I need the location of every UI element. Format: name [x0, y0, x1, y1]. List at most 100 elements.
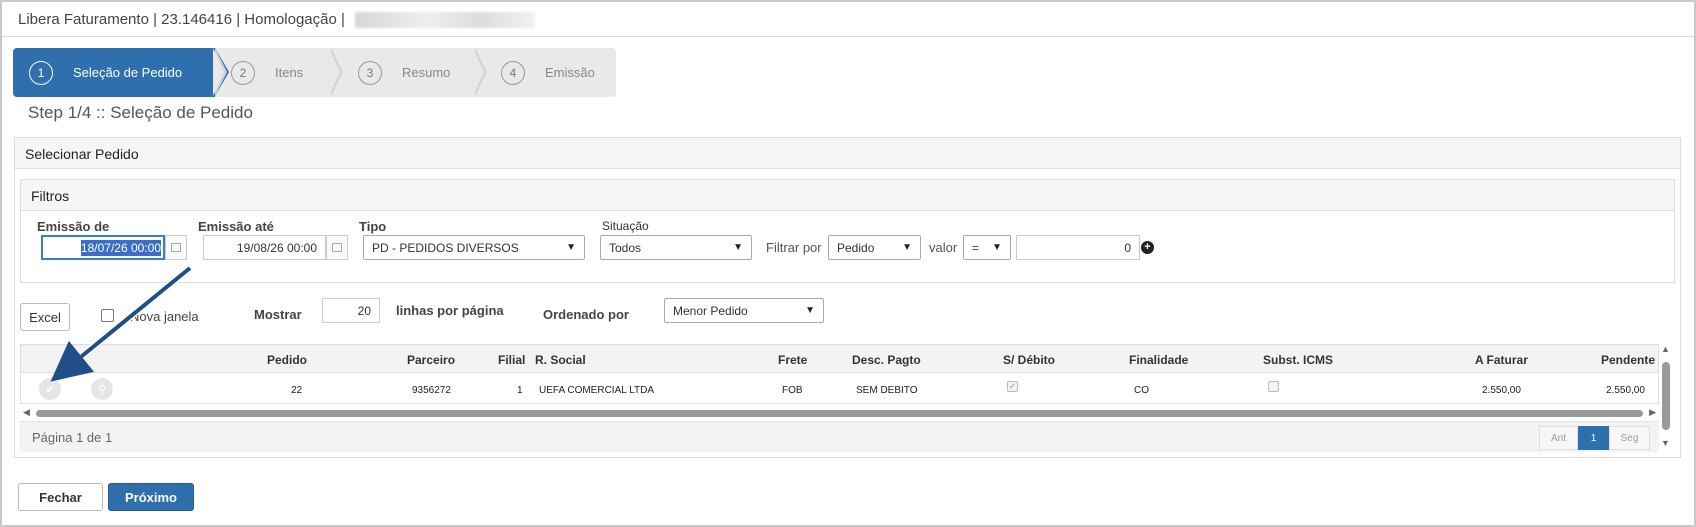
wizard-step-3[interactable]: 3 Resumo: [358, 48, 450, 97]
situacao-value: Todos: [609, 240, 642, 255]
tipo-value: PD - PEDIDOS DIVERSOS: [372, 240, 519, 255]
scroll-left-icon[interactable]: ◀: [23, 407, 30, 418]
orders-table: Pedido Parceiro Filial R. Social Frete D…: [20, 344, 1659, 404]
cell-parceiro: 9356272: [412, 385, 451, 396]
vertical-scrollbar[interactable]: ▲ ▼: [1660, 344, 1672, 454]
wizard-step-4[interactable]: 4 Emissão: [501, 48, 595, 97]
cell-a-faturar: 2.550,00: [1482, 385, 1521, 396]
search-icon[interactable]: ⚲: [91, 378, 113, 400]
col-subst-icms[interactable]: Subst. ICMS: [1263, 353, 1333, 367]
subst-icms-checkbox: [1268, 381, 1279, 392]
window-title-bar: Libera Faturamento | 23.146416 | Homolog…: [2, 2, 1694, 37]
tipo-select[interactable]: PD - PEDIDOS DIVERSOS ▼: [363, 235, 585, 260]
wizard-step-2[interactable]: 2 Itens: [231, 48, 303, 97]
filters-title: Filtros: [21, 180, 1674, 211]
cell-finalidade: CO: [1134, 385, 1149, 396]
valor-label: valor: [929, 240, 958, 255]
horizontal-scrollbar[interactable]: ◀ ▶: [20, 407, 1659, 419]
col-s-debito[interactable]: S/ Débito: [1003, 353, 1055, 367]
step-number: 3: [358, 60, 382, 85]
step-number: 1: [29, 60, 53, 85]
tipo-label: Tipo: [359, 219, 387, 234]
col-r-social[interactable]: R. Social: [535, 353, 586, 367]
panel-title: Selecionar Pedido: [15, 138, 1680, 169]
scroll-right-icon[interactable]: ▶: [1649, 407, 1656, 418]
valor-input[interactable]: 0: [1016, 235, 1140, 260]
scrollbar-thumb[interactable]: [1662, 362, 1670, 430]
mostrar-value: 20: [357, 303, 371, 318]
filtrar-por-value: Pedido: [837, 240, 875, 255]
col-pendente[interactable]: Pendente: [1601, 353, 1655, 367]
step-label: Itens: [275, 65, 304, 80]
col-finalidade[interactable]: Finalidade: [1129, 353, 1188, 367]
cell-desc-pagto: SEM DEBITO: [856, 385, 918, 396]
col-pedido[interactable]: Pedido: [267, 353, 307, 367]
prev-page-button[interactable]: Ant: [1539, 426, 1578, 450]
operator-value: =: [972, 240, 980, 255]
emissao-ate-input[interactable]: 19/08/26 00:00: [203, 235, 326, 260]
calendar-icon[interactable]: [165, 235, 187, 260]
emissao-de-label: Emissão de: [37, 219, 110, 234]
nova-janela-label: Nova janela: [130, 309, 199, 324]
emissao-ate-label: Emissão até: [198, 219, 274, 234]
step-label: Emissão: [545, 65, 595, 80]
col-a-faturar[interactable]: A Faturar: [1475, 353, 1528, 367]
situacao-label: Situação: [602, 219, 649, 233]
mostrar-label: Mostrar: [254, 307, 302, 322]
chevron-down-icon: ▼: [992, 242, 1002, 253]
step-separator: [473, 48, 487, 96]
valor-value: 0: [1124, 240, 1131, 255]
ordenado-select[interactable]: Menor Pedido ▼: [664, 298, 824, 323]
emissao-ate-value: 19/08/26 00:00: [236, 240, 317, 255]
step-separator: [329, 48, 343, 96]
step-label: Resumo: [402, 65, 451, 80]
chevron-down-icon: ▼: [566, 242, 576, 253]
col-filial[interactable]: Filial: [498, 353, 525, 367]
situacao-select[interactable]: Todos ▼: [600, 235, 752, 260]
calendar-icon[interactable]: [326, 235, 348, 260]
cell-pendente: 2.550,00: [1606, 385, 1645, 396]
col-frete[interactable]: Frete: [778, 353, 807, 367]
next-page-button[interactable]: Seg: [1609, 426, 1650, 450]
operator-select[interactable]: = ▼: [963, 235, 1011, 260]
scroll-down-icon[interactable]: ▼: [1661, 438, 1670, 448]
s-debito-checkbox: ✓: [1007, 381, 1018, 392]
col-desc-pagto[interactable]: Desc. Pagto: [852, 353, 921, 367]
wizard-steps: 1 Seleção de Pedido 2 Itens 3 Resumo 4 E…: [13, 48, 616, 97]
cell-frete: FOB: [782, 385, 803, 396]
table-header: Pedido Parceiro Filial R. Social Frete D…: [21, 345, 1658, 373]
emissao-de-input[interactable]: 18/07/26 00:00: [41, 235, 165, 260]
select-check-icon[interactable]: ✔: [39, 378, 61, 400]
step-title: Step 1/4 :: Seleção de Pedido: [28, 103, 253, 122]
step-number: 4: [501, 60, 525, 85]
window-title: Libera Faturamento | 23.146416 | Homolog…: [18, 11, 345, 28]
cell-pedido: 22: [291, 385, 303, 396]
step-separator: [213, 48, 227, 96]
excel-button[interactable]: Excel: [20, 303, 70, 331]
add-filter-icon[interactable]: +: [1141, 241, 1154, 254]
wizard-step-1[interactable]: 1 Seleção de Pedido: [13, 48, 229, 97]
cell-r-social: UEFA COMERCIAL LTDA: [539, 385, 655, 396]
col-parceiro[interactable]: Parceiro: [407, 353, 455, 367]
scrollbar-thumb[interactable]: [36, 410, 1643, 417]
chevron-down-icon: ▼: [902, 242, 912, 253]
linhas-label: linhas por página: [396, 303, 504, 318]
scroll-up-icon[interactable]: ▲: [1661, 344, 1670, 354]
mostrar-input[interactable]: 20: [322, 298, 380, 323]
redacted-blur: [355, 12, 536, 29]
fechar-button[interactable]: Fechar: [18, 483, 103, 511]
filtrar-por-select[interactable]: Pedido ▼: [828, 235, 921, 260]
pager-text: Página 1 de 1: [32, 430, 113, 445]
step-label: Seleção de Pedido: [73, 65, 183, 80]
page-1-button[interactable]: 1: [1578, 426, 1609, 450]
ordenado-value: Menor Pedido: [673, 303, 748, 318]
chevron-down-icon: ▼: [805, 305, 815, 316]
cell-filial: 1: [517, 385, 523, 396]
step-number: 2: [231, 60, 255, 85]
nova-janela-checkbox[interactable]: [101, 309, 114, 322]
filtrar-por-label: Filtrar por: [766, 240, 822, 255]
pager-bar: Página 1 de 1 Ant 1 Seg: [20, 421, 1659, 452]
proximo-button[interactable]: Próximo: [108, 483, 194, 511]
ordenado-label: Ordenado por: [543, 307, 629, 322]
chevron-down-icon: ▼: [733, 242, 743, 253]
